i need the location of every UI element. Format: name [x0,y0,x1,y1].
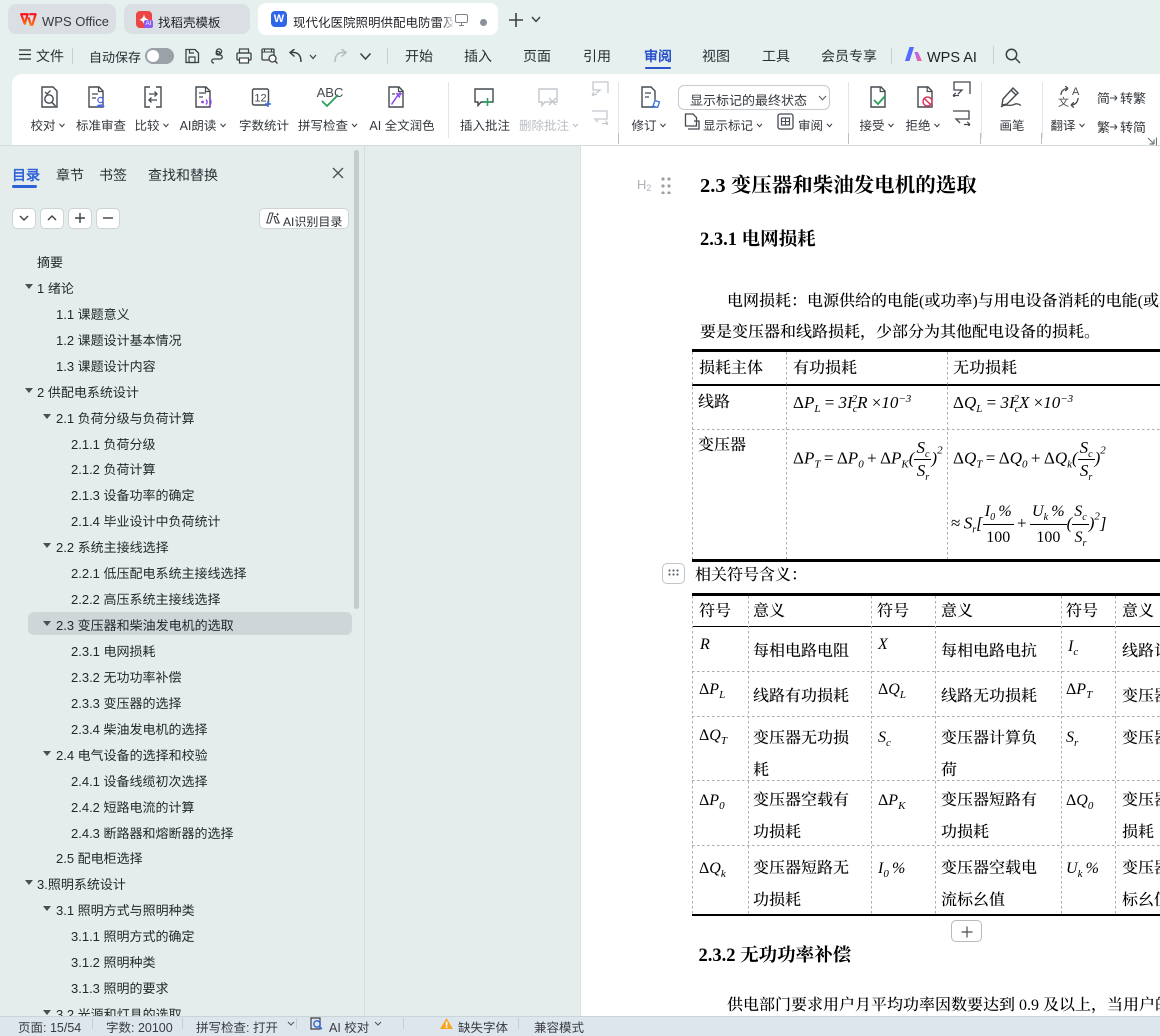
svg-text:文: 文 [1058,94,1069,108]
svg-text:ABC: ABC [317,86,344,100]
svg-text:12: 12 [254,93,266,105]
svg-text:A: A [1072,86,1080,98]
